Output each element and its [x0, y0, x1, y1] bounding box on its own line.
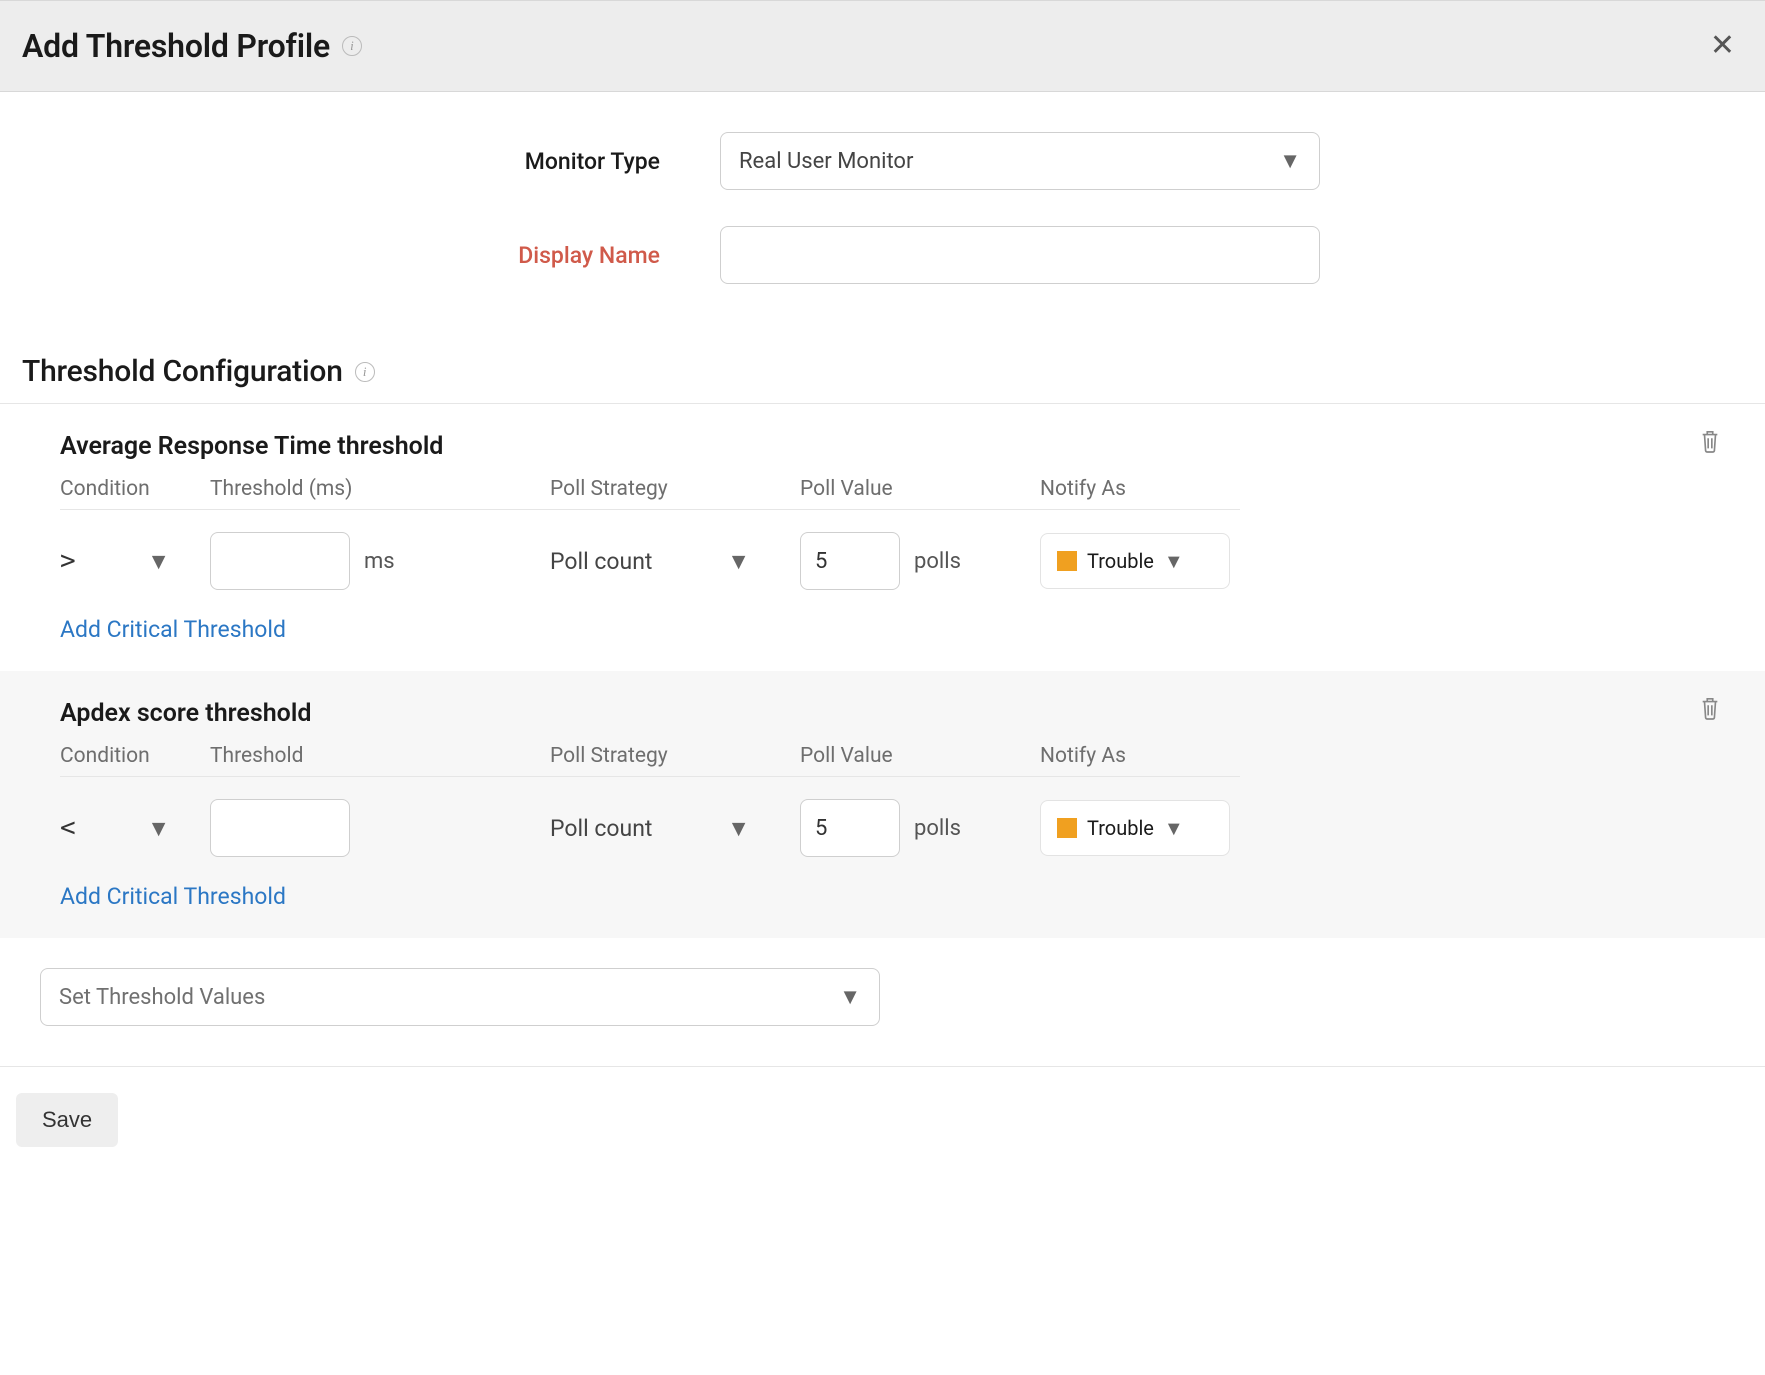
dialog-header: Add Threshold Profile i ✕	[0, 0, 1765, 92]
col-threshold: Threshold	[210, 744, 550, 768]
info-icon[interactable]: i	[342, 36, 362, 56]
close-icon[interactable]: ✕	[1702, 27, 1743, 65]
section-title: Threshold Configuration	[22, 354, 343, 389]
caret-down-icon: ▼	[147, 815, 170, 842]
caret-down-icon: ▼	[1164, 816, 1184, 841]
condition-select[interactable]: > ▼	[60, 532, 170, 590]
trash-icon	[1699, 695, 1721, 721]
threshold-block-avg-response-time: Average Response Time threshold Conditio…	[0, 404, 1765, 671]
poll-strategy-value: Poll count	[550, 815, 652, 842]
delete-threshold-button[interactable]	[1699, 428, 1721, 459]
notify-as-value: Trouble	[1087, 549, 1154, 573]
trash-icon	[1699, 428, 1721, 454]
delete-threshold-button[interactable]	[1699, 695, 1721, 726]
poll-unit: polls	[914, 549, 961, 574]
caret-down-icon: ▼	[1279, 148, 1301, 174]
col-poll-strategy: Poll Strategy	[550, 477, 800, 501]
add-critical-threshold-link[interactable]: Add Critical Threshold	[60, 883, 286, 910]
notify-as-select[interactable]: Trouble ▼	[1040, 533, 1230, 589]
col-poll-strategy: Poll Strategy	[550, 744, 800, 768]
status-color-swatch	[1057, 551, 1077, 571]
display-name-label: Display Name	[20, 242, 660, 269]
save-button[interactable]: Save	[16, 1093, 118, 1147]
threshold-title: Apdex score threshold	[60, 699, 1705, 728]
col-condition: Condition	[60, 477, 210, 501]
poll-value-input[interactable]	[800, 532, 900, 590]
condition-value: >	[60, 546, 76, 576]
threshold-input[interactable]	[210, 532, 350, 590]
profile-form: Monitor Type Real User Monitor ▼ Display…	[0, 92, 1765, 334]
caret-down-icon: ▼	[839, 984, 861, 1010]
threshold-input[interactable]	[210, 799, 350, 857]
poll-unit: polls	[914, 816, 961, 841]
caret-down-icon: ▼	[147, 548, 170, 575]
set-threshold-values-label: Set Threshold Values	[59, 985, 265, 1010]
page-title: Add Threshold Profile	[22, 27, 330, 65]
col-notify: Notify As	[1040, 744, 1230, 768]
display-name-input[interactable]	[720, 226, 1320, 284]
add-critical-threshold-link[interactable]: Add Critical Threshold	[60, 616, 286, 643]
condition-value: <	[60, 813, 76, 843]
caret-down-icon: ▼	[1164, 549, 1184, 574]
set-threshold-values-select[interactable]: Set Threshold Values ▼	[40, 968, 880, 1026]
threshold-unit: ms	[364, 549, 395, 574]
poll-strategy-select[interactable]: Poll count ▼	[550, 799, 750, 857]
notify-as-value: Trouble	[1087, 816, 1154, 840]
col-notify: Notify As	[1040, 477, 1230, 501]
monitor-type-value: Real User Monitor	[739, 149, 913, 174]
threshold-block-apdex: Apdex score threshold Condition Threshol…	[0, 671, 1765, 938]
status-color-swatch	[1057, 818, 1077, 838]
poll-strategy-select[interactable]: Poll count ▼	[550, 532, 750, 590]
threshold-title: Average Response Time threshold	[60, 432, 1705, 461]
poll-strategy-value: Poll count	[550, 548, 652, 575]
notify-as-select[interactable]: Trouble ▼	[1040, 800, 1230, 856]
caret-down-icon: ▼	[727, 815, 750, 842]
col-poll-value: Poll Value	[800, 477, 1040, 501]
caret-down-icon: ▼	[727, 548, 750, 575]
col-threshold: Threshold (ms)	[210, 477, 550, 501]
col-poll-value: Poll Value	[800, 744, 1040, 768]
poll-value-input[interactable]	[800, 799, 900, 857]
condition-select[interactable]: < ▼	[60, 799, 170, 857]
col-condition: Condition	[60, 744, 210, 768]
monitor-type-select[interactable]: Real User Monitor ▼	[720, 132, 1320, 190]
monitor-type-label: Monitor Type	[20, 148, 660, 175]
info-icon[interactable]: i	[355, 362, 375, 382]
